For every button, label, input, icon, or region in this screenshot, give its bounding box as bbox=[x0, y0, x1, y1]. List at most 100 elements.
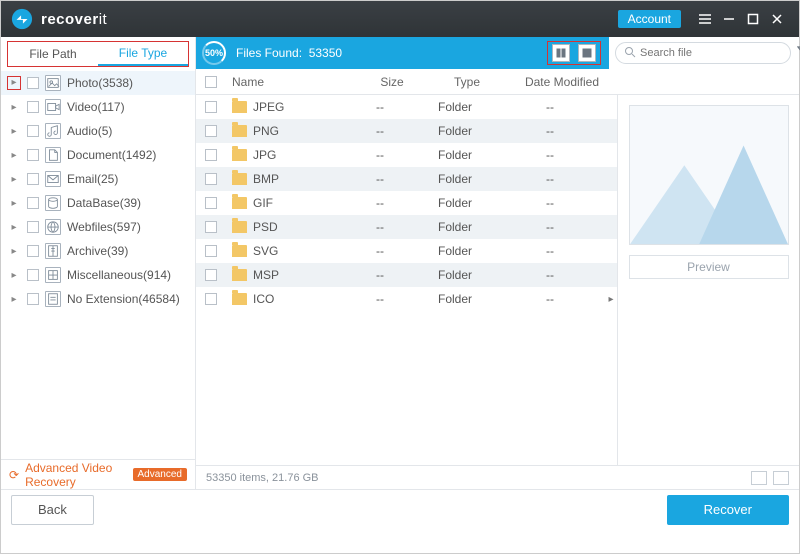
row-size: -- bbox=[345, 196, 415, 210]
sidebar-item-label: Photo(3538) bbox=[67, 76, 133, 90]
category-checkbox[interactable] bbox=[27, 173, 39, 185]
row-checkbox[interactable] bbox=[205, 269, 217, 281]
row-date: -- bbox=[495, 124, 605, 138]
category-checkbox[interactable] bbox=[27, 221, 39, 233]
sidebar-item-video[interactable]: ▸Video(117) bbox=[1, 95, 195, 119]
row-checkbox[interactable] bbox=[205, 221, 217, 233]
category-checkbox[interactable] bbox=[27, 149, 39, 161]
sidebar-tabs: File Path File Type bbox=[7, 41, 189, 67]
sidebar-item-label: Email(25) bbox=[67, 172, 118, 186]
select-all-checkbox[interactable] bbox=[205, 76, 217, 88]
sidebar-item-web[interactable]: ▸Webfiles(597) bbox=[1, 215, 195, 239]
noext-icon bbox=[45, 291, 61, 307]
row-date: -- bbox=[495, 292, 605, 306]
row-type: Folder bbox=[415, 244, 495, 258]
window-minimize-icon[interactable] bbox=[717, 7, 741, 31]
tab-file-type[interactable]: File Type bbox=[98, 42, 188, 66]
sidebar-item-label: Archive(39) bbox=[67, 244, 128, 258]
expand-row-icon[interactable]: ▸ bbox=[605, 294, 617, 305]
row-date: -- bbox=[495, 196, 605, 210]
search-input[interactable] bbox=[615, 42, 791, 64]
account-button[interactable]: Account bbox=[618, 10, 681, 28]
col-date[interactable]: Date Modified bbox=[507, 75, 617, 89]
row-name: MSP bbox=[253, 268, 279, 282]
row-size: -- bbox=[345, 124, 415, 138]
col-size[interactable]: Size bbox=[357, 75, 427, 89]
table-row[interactable]: MSP--Folder-- bbox=[196, 263, 617, 287]
status-line: 53350 items, 21.76 GB bbox=[196, 465, 799, 489]
sidebar-item-noext[interactable]: ▸No Extension(46584) bbox=[1, 287, 195, 311]
sidebar-item-photo[interactable]: ▸Photo(3538) bbox=[1, 71, 195, 95]
folder-icon bbox=[232, 197, 247, 209]
search-icon bbox=[624, 46, 636, 61]
sidebar-item-label: No Extension(46584) bbox=[67, 292, 180, 306]
row-checkbox[interactable] bbox=[205, 173, 217, 185]
row-type: Folder bbox=[415, 172, 495, 186]
sidebar-item-email[interactable]: ▸Email(25) bbox=[1, 167, 195, 191]
row-size: -- bbox=[345, 220, 415, 234]
content: 50% Files Found: 53350 bbox=[196, 37, 799, 489]
category-checkbox[interactable] bbox=[27, 125, 39, 137]
row-checkbox[interactable] bbox=[205, 101, 217, 113]
table-row[interactable]: PNG--Folder-- bbox=[196, 119, 617, 143]
col-type[interactable]: Type bbox=[427, 75, 507, 89]
titlebar: recoverit Account bbox=[1, 1, 799, 37]
row-size: -- bbox=[345, 172, 415, 186]
document-icon bbox=[45, 147, 61, 163]
category-checkbox[interactable] bbox=[27, 269, 39, 281]
folder-icon bbox=[232, 101, 247, 113]
view-grid-icon[interactable] bbox=[751, 471, 767, 485]
folder-icon bbox=[232, 173, 247, 185]
row-date: -- bbox=[495, 220, 605, 234]
advanced-badge: Advanced bbox=[133, 468, 187, 481]
tab-file-path[interactable]: File Path bbox=[8, 42, 98, 66]
table-row[interactable]: GIF--Folder-- bbox=[196, 191, 617, 215]
category-checkbox[interactable] bbox=[27, 77, 39, 89]
window-close-icon[interactable] bbox=[765, 7, 789, 31]
category-checkbox[interactable] bbox=[27, 245, 39, 257]
row-size: -- bbox=[345, 292, 415, 306]
sidebar-item-database[interactable]: ▸DataBase(39) bbox=[1, 191, 195, 215]
sidebar-item-archive[interactable]: ▸Archive(39) bbox=[1, 239, 195, 263]
web-icon bbox=[45, 219, 61, 235]
category-checkbox[interactable] bbox=[27, 101, 39, 113]
refresh-icon: ⟳ bbox=[9, 468, 19, 482]
col-name[interactable]: Name bbox=[226, 75, 357, 89]
sidebar-item-label: Audio(5) bbox=[67, 124, 112, 138]
row-type: Folder bbox=[415, 220, 495, 234]
row-checkbox[interactable] bbox=[205, 125, 217, 137]
table-row[interactable]: ICO--Folder--▸ bbox=[196, 287, 617, 311]
row-checkbox[interactable] bbox=[205, 197, 217, 209]
row-size: -- bbox=[345, 100, 415, 114]
sidebar-item-document[interactable]: ▸Document(1492) bbox=[1, 143, 195, 167]
table-row[interactable]: PSD--Folder-- bbox=[196, 215, 617, 239]
folder-icon bbox=[232, 149, 247, 161]
row-checkbox[interactable] bbox=[205, 293, 217, 305]
database-icon bbox=[45, 195, 61, 211]
row-type: Folder bbox=[415, 292, 495, 306]
recover-button[interactable]: Recover bbox=[667, 495, 789, 525]
pause-button[interactable] bbox=[552, 44, 570, 62]
menu-icon[interactable] bbox=[693, 7, 717, 31]
window-maximize-icon[interactable] bbox=[741, 7, 765, 31]
table-row[interactable]: SVG--Folder-- bbox=[196, 239, 617, 263]
back-button[interactable]: Back bbox=[11, 495, 94, 525]
category-checkbox[interactable] bbox=[27, 197, 39, 209]
folder-icon bbox=[232, 269, 247, 281]
advanced-video-recovery[interactable]: ⟳ Advanced Video Recovery Advanced bbox=[1, 459, 195, 489]
table-row[interactable]: JPG--Folder-- bbox=[196, 143, 617, 167]
view-list-icon[interactable] bbox=[773, 471, 789, 485]
sidebar-item-misc[interactable]: ▸Miscellaneous(914) bbox=[1, 263, 195, 287]
audio-icon bbox=[45, 123, 61, 139]
row-checkbox[interactable] bbox=[205, 245, 217, 257]
stop-button[interactable] bbox=[578, 44, 596, 62]
row-checkbox[interactable] bbox=[205, 149, 217, 161]
sidebar-item-audio[interactable]: ▸Audio(5) bbox=[1, 119, 195, 143]
archive-icon bbox=[45, 243, 61, 259]
scan-controls bbox=[547, 41, 601, 65]
row-date: -- bbox=[495, 268, 605, 282]
table-row[interactable]: BMP--Folder-- bbox=[196, 167, 617, 191]
progress-ring: 50% bbox=[202, 41, 226, 65]
table-row[interactable]: JPEG--Folder-- bbox=[196, 95, 617, 119]
category-checkbox[interactable] bbox=[27, 293, 39, 305]
